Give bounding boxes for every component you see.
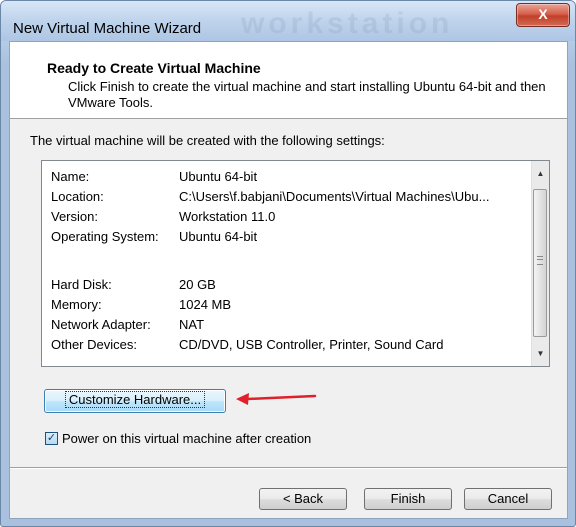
scroll-up-arrow-icon[interactable]: ▲ (532, 165, 549, 182)
setting-label: Network Adapter: (51, 317, 151, 332)
setting-label: Version: (51, 209, 98, 224)
customize-hardware-label: Customize Hardware... (64, 391, 206, 408)
settings-summary-box[interactable]: Name: Ubuntu 64-bit Location: C:\Users\f… (41, 160, 550, 367)
settings-row-network-adapter: Network Adapter: NAT (42, 315, 531, 335)
settings-row-spacer (42, 247, 531, 267)
settings-row-version: Version: Workstation 11.0 (42, 207, 531, 227)
setting-label: Memory: (51, 297, 102, 312)
wizard-header: Ready to Create Virtual Machine Click Fi… (10, 42, 567, 119)
settings-scrollbar[interactable]: ▲ ▼ (531, 161, 549, 366)
settings-row-location: Location: C:\Users\f.babjani\Documents\V… (42, 187, 531, 207)
settings-row-hard-disk: Hard Disk: 20 GB (42, 275, 531, 295)
setting-value: 1024 MB (179, 297, 232, 312)
setting-value: CD/DVD, USB Controller, Printer, Sound C… (179, 337, 444, 352)
back-button[interactable]: < Back (259, 488, 347, 510)
title-watermark: workstation (241, 7, 454, 40)
settings-row-other-devices: Other Devices: CD/DVD, USB Controller, P… (42, 335, 531, 355)
setting-label: Other Devices: (51, 337, 137, 352)
power-on-label: Power on this virtual machine after crea… (62, 431, 312, 446)
close-icon: X (538, 6, 548, 22)
grip-icon (537, 256, 543, 265)
setting-label: Hard Disk: (51, 277, 112, 292)
finish-button[interactable]: Finish (364, 488, 452, 510)
setting-label: Name: (51, 169, 90, 184)
red-arrow-annotation-icon (236, 393, 317, 405)
title-bar[interactable]: workstation New Virtual Machine Wizard X (1, 1, 575, 41)
setting-label: Location: (51, 189, 104, 204)
setting-value: Ubuntu 64-bit (179, 229, 258, 244)
scrollbar-thumb[interactable] (533, 189, 547, 337)
settings-list: Name: Ubuntu 64-bit Location: C:\Users\f… (42, 161, 531, 366)
setting-value: NAT (179, 317, 205, 332)
page-description: Click Finish to create the virtual machi… (68, 79, 546, 110)
customize-hardware-button[interactable]: Customize Hardware... (44, 389, 226, 413)
settings-row-name: Name: Ubuntu 64-bit (42, 167, 531, 187)
settings-intro-text: The virtual machine will be created with… (30, 133, 385, 148)
power-on-checkbox[interactable]: ✓ (45, 432, 58, 445)
scroll-down-arrow-icon[interactable]: ▼ (532, 345, 549, 362)
footer-divider (10, 467, 567, 469)
window-title: New Virtual Machine Wizard (13, 20, 202, 37)
setting-label: Operating System: (51, 229, 159, 244)
page-title: Ready to Create Virtual Machine (47, 60, 261, 76)
settings-row-operating-system: Operating System: Ubuntu 64-bit (42, 227, 531, 247)
setting-value: Workstation 11.0 (179, 209, 276, 224)
cancel-button[interactable]: Cancel (464, 488, 552, 510)
settings-row-memory: Memory: 1024 MB (42, 295, 531, 315)
wizard-content: Ready to Create Virtual Machine Click Fi… (9, 41, 568, 519)
setting-value: 20 GB (179, 277, 216, 292)
setting-value: C:\Users\f.babjani\Documents\Virtual Mac… (179, 189, 490, 204)
wizard-window: workstation New Virtual Machine Wizard X… (0, 0, 576, 527)
close-button[interactable]: X (516, 3, 570, 27)
setting-value: Ubuntu 64-bit (179, 169, 258, 184)
